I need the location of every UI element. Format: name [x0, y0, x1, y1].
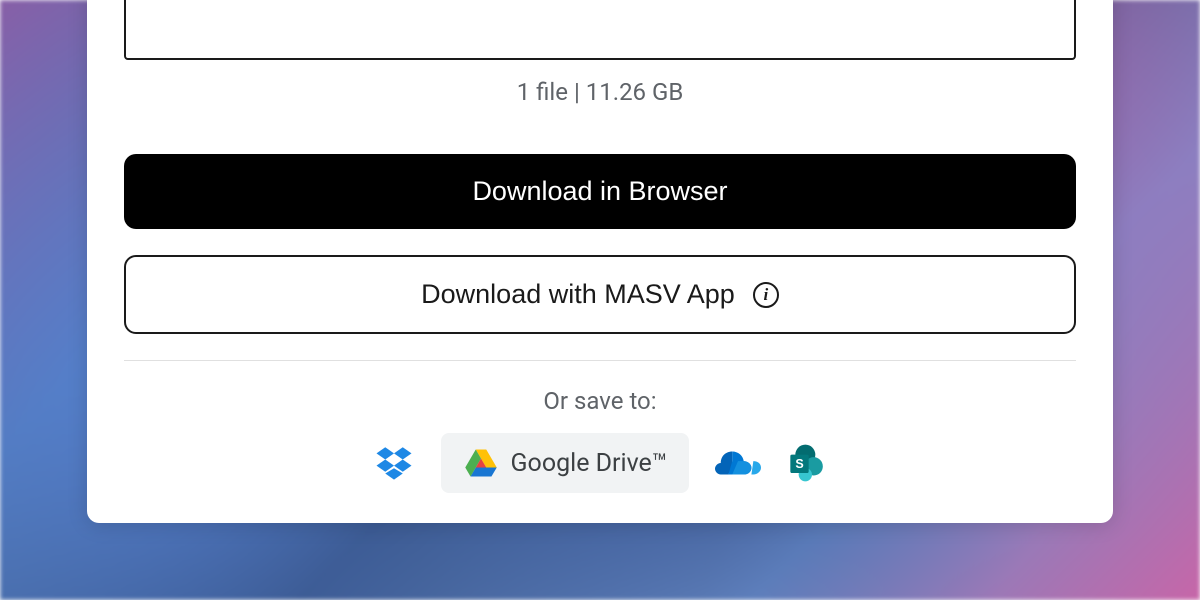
onedrive-icon [715, 447, 761, 479]
download-app-button[interactable]: Download with MASV App i [124, 255, 1076, 334]
dropbox-icon [373, 442, 415, 484]
onedrive-button[interactable] [715, 447, 761, 479]
sharepoint-icon: S [787, 443, 827, 483]
download-app-label: Download with MASV App [421, 279, 735, 310]
google-drive-label: Google Drive™ [511, 449, 668, 478]
google-drive-button[interactable]: Google Drive™ [441, 433, 690, 493]
file-summary: 1 file | 11.26 GB [124, 78, 1076, 106]
save-to-label: Or save to: [124, 387, 1076, 415]
svg-text:S: S [796, 457, 804, 471]
save-options-row: Google Drive™ S [124, 433, 1076, 493]
info-icon[interactable]: i [753, 282, 779, 308]
download-browser-label: Download in Browser [472, 176, 727, 207]
divider [124, 360, 1076, 361]
dropbox-button[interactable] [373, 442, 415, 484]
download-browser-button[interactable]: Download in Browser [124, 154, 1076, 229]
download-card: 1 file | 11.26 GB Download in Browser Do… [87, 0, 1113, 523]
file-preview-box [124, 0, 1076, 60]
sharepoint-button[interactable]: S [787, 443, 827, 483]
google-drive-icon [463, 445, 499, 481]
